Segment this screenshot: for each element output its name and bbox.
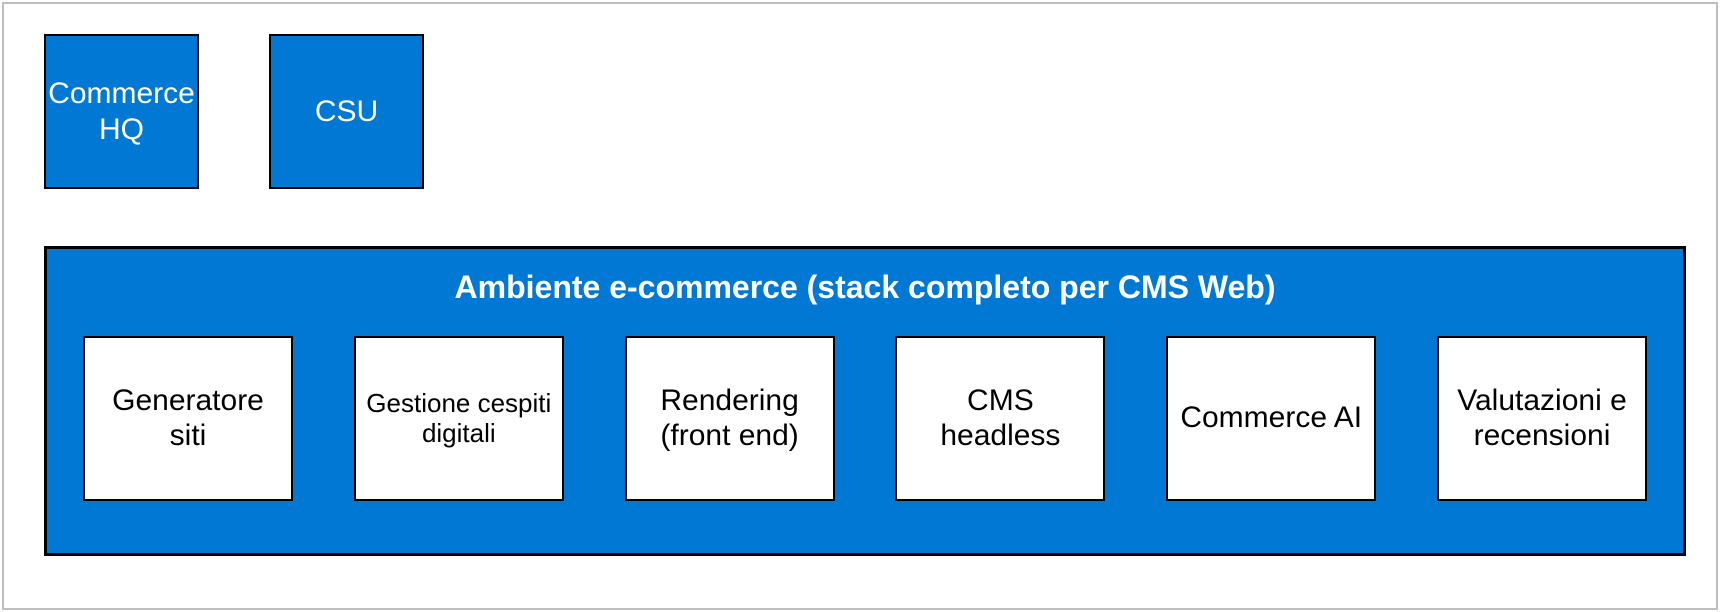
module-site-builder: Generatore siti: [83, 336, 293, 501]
module-ai-label: Commerce AI: [1180, 401, 1362, 436]
diagram-frame: Commerce HQ CSU Ambiente e-commerce (sta…: [2, 2, 1718, 610]
module-rendering: Rendering (front end): [625, 336, 835, 501]
module-dam: Gestione cespiti digitali: [354, 336, 564, 501]
csu-box: CSU: [269, 34, 424, 189]
commerce-hq-label: Commerce HQ: [48, 76, 195, 148]
commerce-hq-box: Commerce HQ: [44, 34, 199, 189]
module-rendering-label: Rendering (front end): [633, 384, 827, 453]
environment-title: Ambiente e-commerce (stack completo per …: [47, 249, 1683, 306]
module-ai: Commerce AI: [1166, 336, 1376, 501]
module-dam-label: Gestione cespiti digitali: [362, 389, 556, 449]
module-cms: CMS headless: [895, 336, 1105, 501]
modules-row: Generatore siti Gestione cespiti digital…: [47, 306, 1683, 501]
ecommerce-environment-container: Ambiente e-commerce (stack completo per …: [44, 246, 1686, 556]
module-ratings: Valutazioni e recensioni: [1437, 336, 1647, 501]
module-ratings-label: Valutazioni e recensioni: [1445, 384, 1639, 453]
module-site-builder-label: Generatore siti: [91, 384, 285, 453]
csu-label: CSU: [315, 94, 378, 130]
module-cms-label: CMS headless: [903, 384, 1097, 453]
top-components-row: Commerce HQ CSU: [44, 34, 424, 189]
